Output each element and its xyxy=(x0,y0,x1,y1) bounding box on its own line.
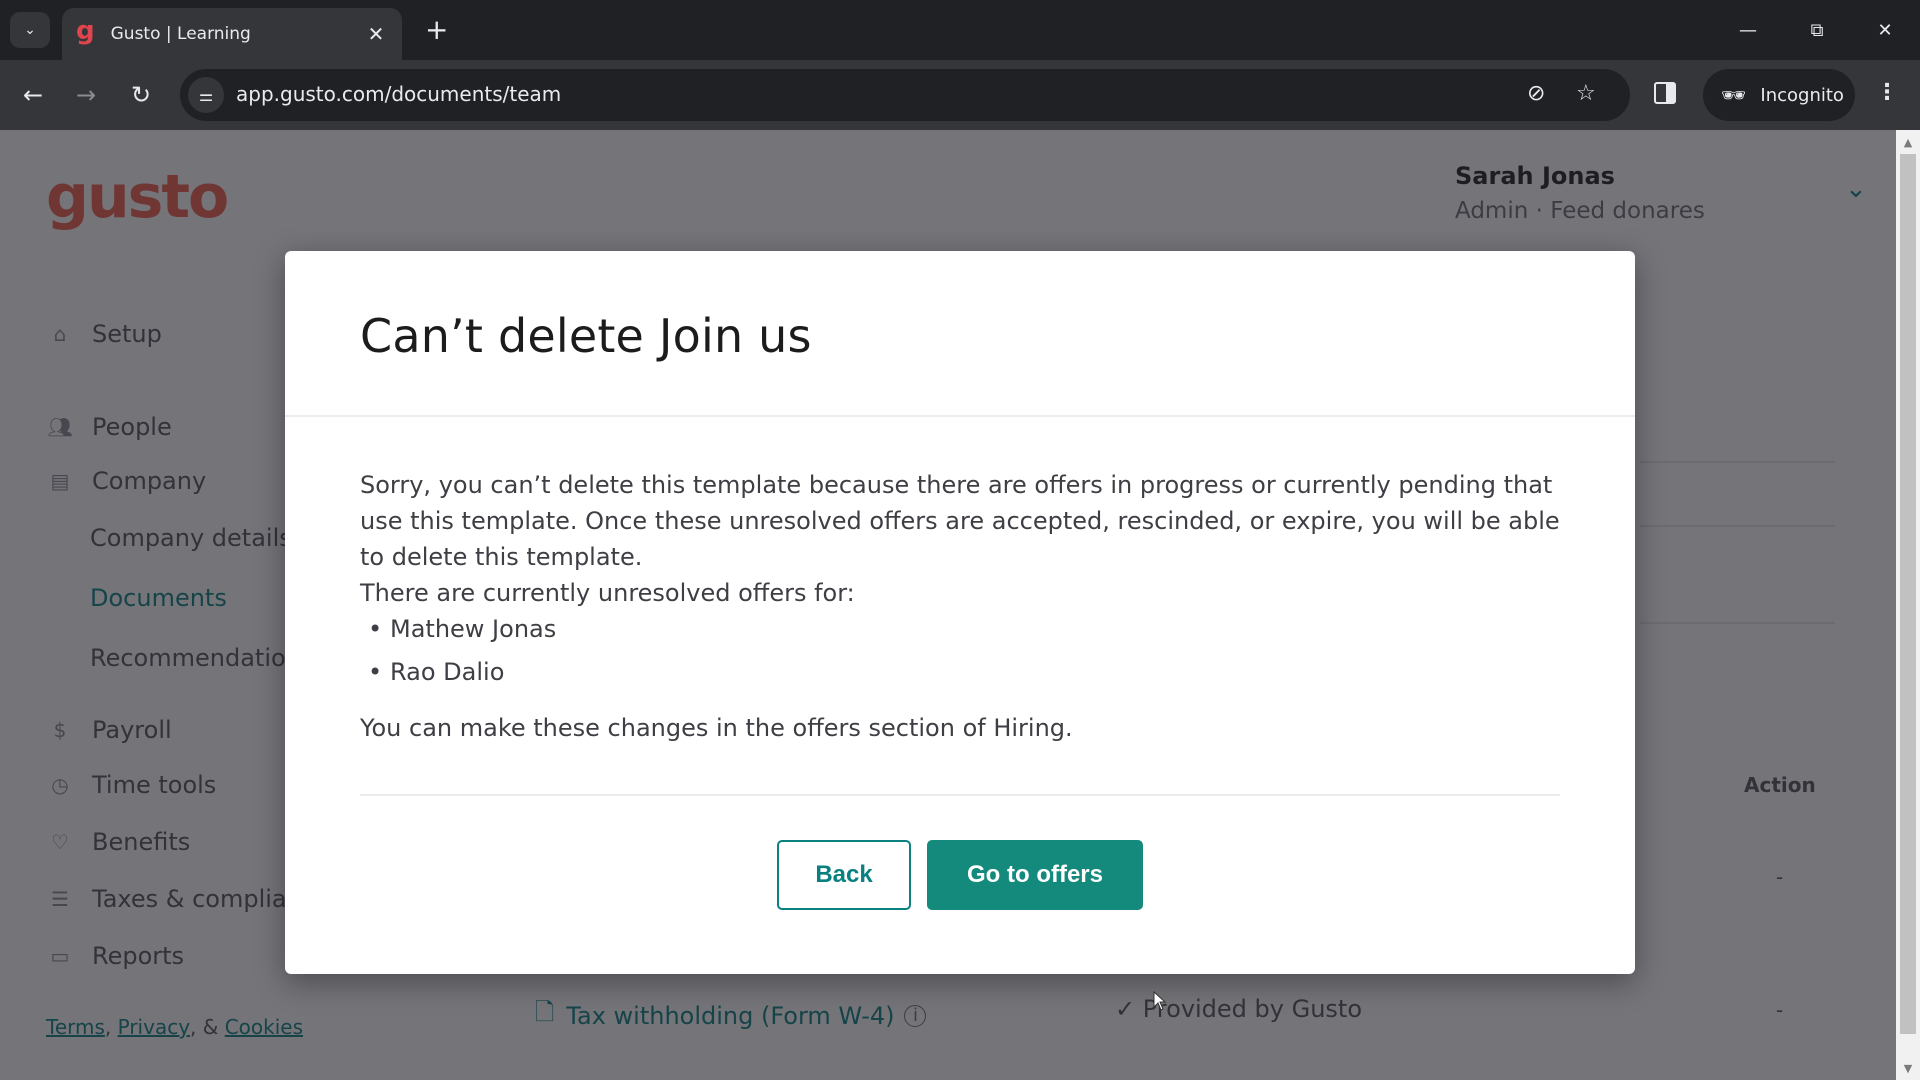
new-tab-button[interactable]: + xyxy=(425,14,448,46)
browser-tab-active[interactable]: g Gusto | Learning ✕ xyxy=(62,8,402,60)
side-panel-icon[interactable] xyxy=(1654,82,1676,104)
address-bar[interactable]: ⚌ app.gusto.com/documents/team ⊘ ☆ xyxy=(180,69,1630,121)
incognito-icon: 🕶 xyxy=(1721,83,1747,107)
list-item: Rao Dalio xyxy=(360,654,1560,690)
restore-icon: ⧉ xyxy=(1810,19,1824,41)
plus-icon: + xyxy=(425,13,449,46)
chevron-down-icon: ⌄ xyxy=(24,22,36,38)
browser-tabstrip: ⌄ g Gusto | Learning ✕ + — ⧉ ✕ xyxy=(0,0,1920,60)
back-button[interactable]: Back xyxy=(777,840,911,910)
reload-button[interactable]: ↻ xyxy=(122,76,160,114)
scroll-up-arrow-icon[interactable]: ▲ xyxy=(1896,132,1920,152)
hiring-note: You can make these changes in the offers… xyxy=(360,714,1073,742)
eye-off-icon[interactable]: ⊘ xyxy=(1527,81,1545,106)
kebab-menu-icon[interactable]: ⋮ xyxy=(1876,80,1898,105)
close-icon: ✕ xyxy=(1877,19,1893,41)
browser-toolbar: ← → ↻ ⚌ app.gusto.com/documents/team ⊘ ☆… xyxy=(0,60,1920,130)
site-info-button[interactable]: ⚌ xyxy=(188,77,224,113)
arrow-right-icon: → xyxy=(75,81,97,109)
incognito-indicator[interactable]: 🕶 Incognito xyxy=(1703,69,1855,121)
unresolved-offers-list: Mathew Jonas Rao Dalio xyxy=(360,611,1560,690)
star-icon[interactable]: ☆ xyxy=(1576,81,1596,106)
reload-icon: ↻ xyxy=(130,81,152,109)
go-to-offers-button[interactable]: Go to offers xyxy=(927,840,1143,910)
gusto-favicon-icon: g xyxy=(76,16,95,46)
close-window-button[interactable]: ✕ xyxy=(1865,10,1905,50)
forward-nav-button[interactable]: → xyxy=(67,76,105,114)
tab-search-button[interactable]: ⌄ xyxy=(10,12,50,48)
minimize-button[interactable]: — xyxy=(1728,10,1768,50)
mouse-cursor-icon xyxy=(1153,991,1167,1011)
tab-close-icon[interactable]: ✕ xyxy=(364,22,388,46)
offers-list-intro: There are currently unresolved offers fo… xyxy=(360,579,855,607)
gusto-page: gusto Sarah Jonas Admin · Feed donares ⌄… xyxy=(0,130,1896,1080)
dialog-header: Can’t delete Join us xyxy=(285,251,1635,417)
dialog-divider xyxy=(360,794,1560,796)
list-item: Mathew Jonas xyxy=(360,611,1560,647)
tune-icon: ⚌ xyxy=(198,85,214,105)
cant-delete-dialog: Can’t delete Join us Sorry, you can’t de… xyxy=(285,251,1635,974)
restore-button[interactable]: ⧉ xyxy=(1797,10,1837,50)
tab-title: Gusto | Learning xyxy=(110,24,251,44)
scroll-down-arrow-icon[interactable]: ▼ xyxy=(1896,1058,1920,1078)
arrow-left-icon: ← xyxy=(22,81,44,109)
dialog-title: Can’t delete Join us xyxy=(360,309,812,363)
dialog-body: Sorry, you can’t delete this template be… xyxy=(285,417,1635,746)
url-text[interactable]: app.gusto.com/documents/team xyxy=(236,82,561,106)
back-nav-button[interactable]: ← xyxy=(14,76,52,114)
dialog-actions: Back Go to offers xyxy=(285,840,1635,910)
scrollbar-thumb[interactable] xyxy=(1900,154,1916,1034)
dialog-message: Sorry, you can’t delete this template be… xyxy=(360,471,1560,571)
page-scrollbar[interactable]: ▲ ▼ xyxy=(1896,130,1920,1080)
minimize-icon: — xyxy=(1739,19,1757,41)
incognito-label: Incognito xyxy=(1760,84,1844,106)
